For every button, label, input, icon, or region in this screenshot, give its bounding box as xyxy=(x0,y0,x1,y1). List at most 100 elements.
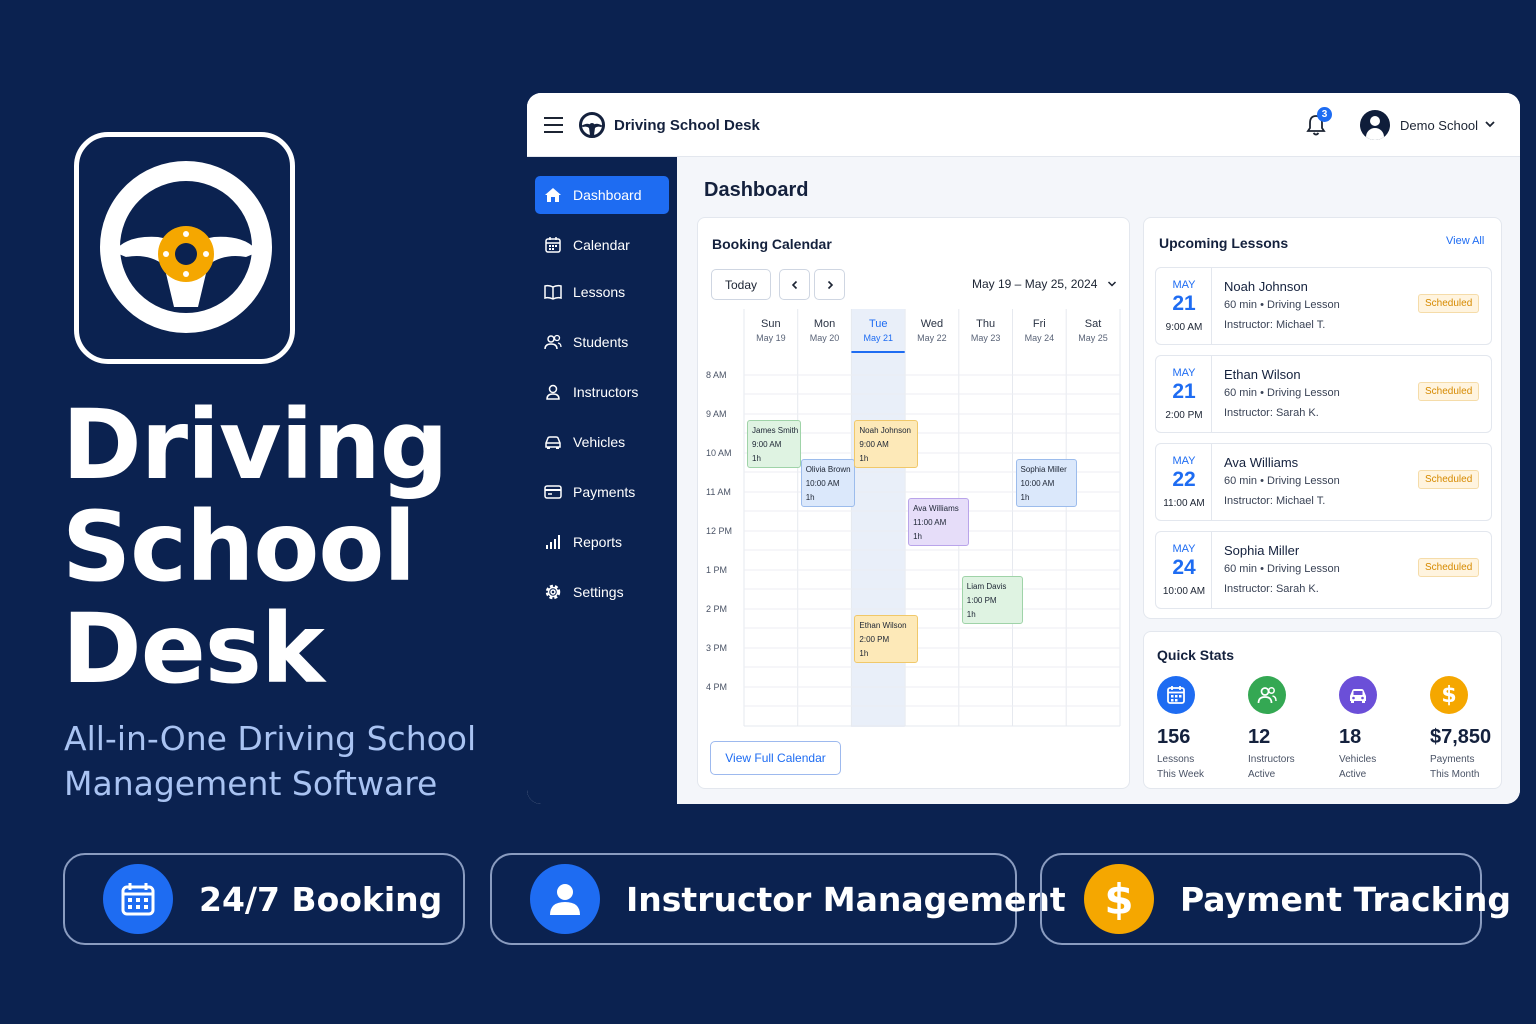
lesson-duration: 60 min xyxy=(1224,387,1258,399)
calendar-event[interactable]: Olivia Brown 10:00 AM 1h xyxy=(800,459,855,507)
feature-payments: $ Payment Tracking xyxy=(1040,853,1511,945)
stat-value: $7,850 xyxy=(1430,726,1492,748)
user-icon xyxy=(543,382,563,402)
event-name: Ava Williams xyxy=(913,504,959,513)
time-label: 11 AM xyxy=(706,487,731,497)
lesson-type: Driving Lesson xyxy=(1267,475,1340,487)
notification-badge: 3 xyxy=(1317,107,1332,122)
event-name: James Smith xyxy=(752,426,799,435)
hero-subtitle-line: All-in-One Driving School xyxy=(64,719,477,758)
lesson-type: Driving Lesson xyxy=(1267,299,1340,311)
calendar-day-header[interactable]: Sat May 25 xyxy=(1066,318,1120,343)
menu-icon[interactable] xyxy=(544,117,563,133)
event-duration: 1h xyxy=(913,532,922,541)
event-time: 9:00 AM xyxy=(752,440,782,449)
calendar-event[interactable]: Ava Williams 11:00 AM 1h xyxy=(908,498,970,546)
stat-item: $ $7,850 Payments This Month xyxy=(1430,676,1516,780)
calendar-day-header[interactable]: Fri May 24 xyxy=(1013,318,1067,343)
event-time: 10:00 AM xyxy=(805,479,840,488)
separator-dot: • xyxy=(1257,299,1267,311)
sidebar-item-students[interactable]: Students xyxy=(535,323,669,361)
day-name: Mon xyxy=(813,318,836,330)
hero-subtitle: All-in-One Driving School Management Sof… xyxy=(64,716,476,806)
view-all-link[interactable]: View All xyxy=(1446,235,1484,247)
event-name: Ethan Wilson xyxy=(859,621,907,630)
sidebar-item-vehicles[interactable]: Vehicles xyxy=(535,423,669,461)
sidebar-item-label: Payments xyxy=(573,484,636,500)
steering-wheel-icon xyxy=(100,161,272,333)
car-icon xyxy=(1339,676,1377,714)
sidebar-item-reports[interactable]: Reports xyxy=(535,523,669,561)
calendar-event[interactable]: Liam Davis 1:00 PM 1h xyxy=(961,576,1023,624)
book-icon xyxy=(543,282,563,302)
event-time: 2:00 PM xyxy=(859,635,890,644)
stat-value: 12 xyxy=(1248,726,1271,748)
calendar-day-header[interactable]: Tue May 21 xyxy=(851,318,905,343)
users-icon xyxy=(1248,676,1286,714)
lesson-row[interactable]: MAY 21 2:00 PM Ethan Wilson 60 min • Driving… xyxy=(1155,355,1492,433)
lesson-meta: 60 min • Driving Lesson xyxy=(1224,299,1340,311)
brand-name: Driving School Desk xyxy=(614,117,760,134)
event-name: Noah Johnson xyxy=(859,426,911,435)
time-label: 1 PM xyxy=(706,565,728,575)
steering-wheel-icon xyxy=(579,112,605,138)
calendar-event[interactable]: Noah Johnson 9:00 AM 1h xyxy=(854,420,919,468)
calendar-day-header[interactable]: Mon May 20 xyxy=(798,318,852,343)
day-name: Sat xyxy=(1084,318,1102,330)
status-badge: Scheduled xyxy=(1418,558,1480,577)
event-time: 1:00 PM xyxy=(966,596,997,605)
calendar-event[interactable]: James Smith 9:00 AM 1h xyxy=(747,420,801,468)
quick-stats-card: Quick Stats 156 Lessons This Week 12 Instruc… xyxy=(1143,631,1502,789)
calendar-event[interactable]: Sophia Miller 10:00 AM 1h xyxy=(1015,459,1077,507)
booking-calendar-card: Booking Calendar Today May 19 – May 25, … xyxy=(697,217,1130,789)
lesson-day: 21 xyxy=(1172,380,1196,403)
day-date: May 20 xyxy=(809,333,840,343)
status-badge: Scheduled xyxy=(1418,470,1480,489)
lesson-type: Driving Lesson xyxy=(1267,387,1340,399)
users-icon xyxy=(543,332,563,352)
lesson-student: Ava Williams xyxy=(1224,455,1299,470)
lesson-time: 2:00 PM xyxy=(1165,410,1203,421)
avatar[interactable] xyxy=(1360,110,1390,140)
calendar-day-header[interactable]: Thu May 23 xyxy=(959,318,1013,343)
lesson-student: Noah Johnson xyxy=(1224,279,1308,294)
sidebar-item-dashboard[interactable]: Dashboard xyxy=(535,176,669,214)
chevron-down-icon[interactable] xyxy=(1484,119,1496,129)
lesson-time: 9:00 AM xyxy=(1165,322,1203,333)
event-time: 10:00 AM xyxy=(1020,479,1055,488)
lesson-row[interactable]: MAY 21 9:00 AM Noah Johnson 60 min • Driving… xyxy=(1155,267,1492,345)
lesson-duration: 60 min xyxy=(1224,299,1258,311)
stat-sublabel: Active xyxy=(1339,769,1367,780)
sidebar-item-settings[interactable]: Settings xyxy=(535,573,669,611)
main-content: Dashboard Booking Calendar Today May 19 … xyxy=(677,157,1520,804)
stat-label: Vehicles xyxy=(1339,754,1377,765)
separator-dot: • xyxy=(1257,387,1267,399)
event-duration: 1h xyxy=(752,454,761,463)
sidebar-item-label: Vehicles xyxy=(573,434,626,450)
stat-label: Instructors xyxy=(1248,754,1295,765)
event-time: 9:00 AM xyxy=(859,440,889,449)
lesson-row[interactable]: MAY 24 10:00 AM Sophia Miller 60 min • Drivi… xyxy=(1155,531,1492,609)
lesson-meta: 60 min • Driving Lesson xyxy=(1224,475,1340,487)
view-full-calendar-button[interactable]: View Full Calendar xyxy=(710,741,841,775)
day-date: May 25 xyxy=(1078,333,1108,343)
sidebar-item-lessons[interactable]: Lessons xyxy=(535,273,669,311)
calendar-day-header[interactable]: Sun May 19 xyxy=(744,318,798,343)
lesson-row[interactable]: MAY 22 11:00 AM Ava Williams 60 min • Drivin… xyxy=(1155,443,1492,521)
lesson-day: 21 xyxy=(1172,292,1196,315)
day-date: May 19 xyxy=(756,333,786,343)
card-title: Upcoming Lessons xyxy=(1159,235,1289,251)
sidebar-item-payments[interactable]: Payments xyxy=(535,473,669,511)
time-label: 9 AM xyxy=(706,409,727,419)
lesson-month: MAY xyxy=(1172,367,1196,379)
credit-card-icon xyxy=(543,482,563,502)
lesson-date: MAY 21 9:00 AM xyxy=(1156,268,1212,344)
status-badge: Scheduled xyxy=(1418,294,1480,313)
sidebar-item-calendar[interactable]: Calendar xyxy=(535,226,669,264)
user-name[interactable]: Demo School xyxy=(1400,118,1478,133)
sidebar-item-instructors[interactable]: Instructors xyxy=(535,373,669,411)
calendar-event[interactable]: Ethan Wilson 2:00 PM 1h xyxy=(854,615,919,663)
calendar-icon xyxy=(1157,676,1195,714)
calendar-day-header[interactable]: Wed May 22 xyxy=(905,318,959,343)
lesson-instructor: Instructor: Michael T. xyxy=(1224,319,1326,331)
